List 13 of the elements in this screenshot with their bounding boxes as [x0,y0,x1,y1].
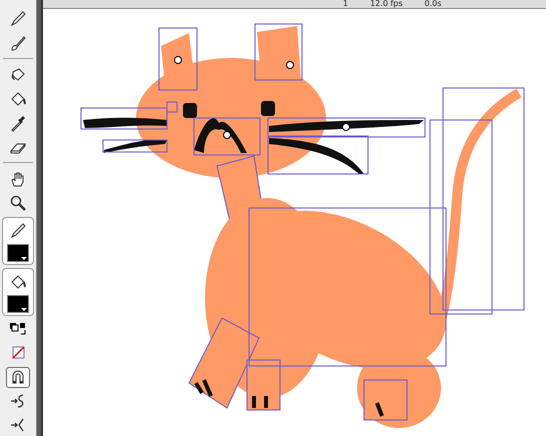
eyedropper-icon [9,114,27,132]
pencil-icon [9,10,27,28]
frame-number: 1 [343,0,348,8]
zoom-icon [9,194,27,212]
brush-icon [9,34,27,52]
snap-tool-button[interactable] [6,366,30,388]
paint-bucket-icon [9,90,27,108]
frame-rate: 12.0 fps [370,0,403,8]
paint-bucket-icon [9,272,27,291]
stroke-color-swatch[interactable] [7,244,29,262]
elapsed-time: 0.0s [424,0,442,8]
fill-color-swatch[interactable] [7,294,29,313]
pencil-icon [9,222,27,240]
